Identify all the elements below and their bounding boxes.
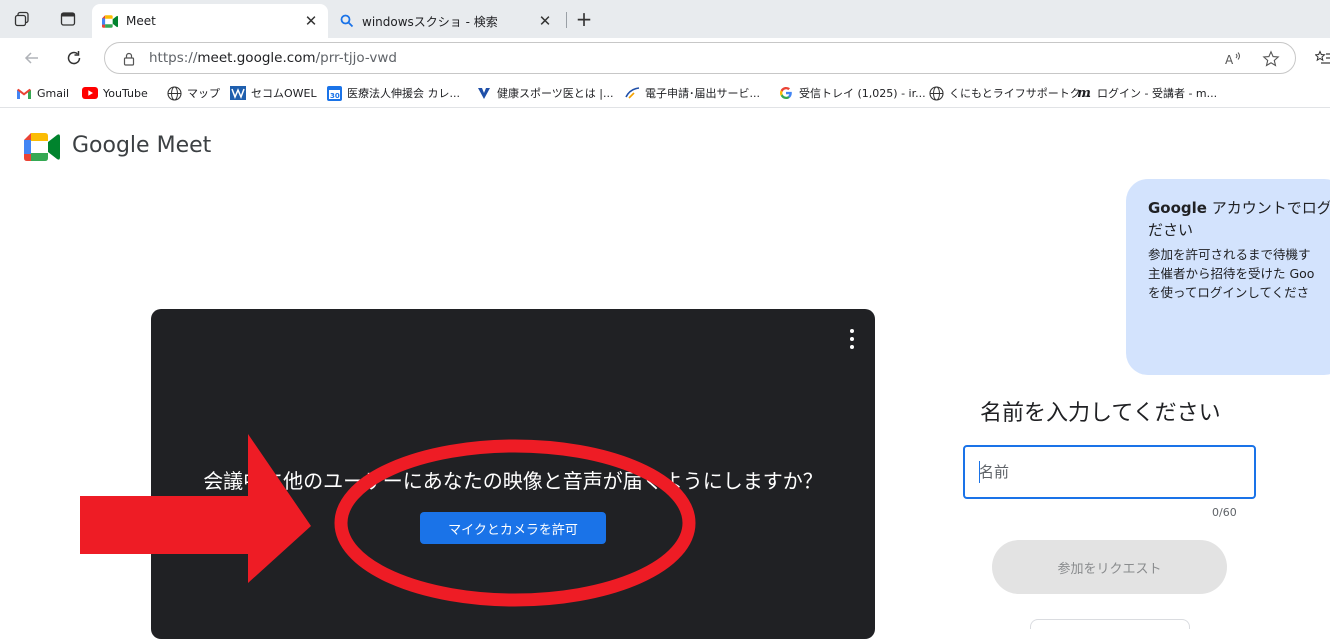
new-tab-button[interactable]: + (572, 8, 596, 32)
bookmark-label: YouTube (103, 86, 148, 100)
bookmark-label: マップ (187, 87, 220, 100)
brand-meet: Meet (156, 133, 212, 158)
name-heading: 名前を入力してください (980, 401, 1221, 426)
more-options-icon[interactable] (847, 329, 857, 349)
bookmark-item[interactable]: m ログイン - 受講者 - m... (1076, 83, 1217, 103)
login-info-card: Google アカウントでログ ださい 参加を許可されるまで待機す 主催者から招… (1126, 179, 1330, 375)
info-title-line2: ださい (1148, 221, 1194, 239)
tab-meet[interactable]: Meet ✕ (92, 4, 328, 38)
back-icon[interactable] (20, 46, 44, 70)
address-bar[interactable]: https://meet.google.com/prr-tjjo-vwd A (104, 42, 1296, 74)
permission-prompt: 会議中に他のユーザーにあなたの映像と音声が届くようにしますか？ (203, 469, 823, 493)
gov-icon (624, 85, 640, 101)
bookmark-label: 医療法人伸援会 カレ... (347, 87, 460, 100)
tab-strip: Meet ✕ windowsスクショ - 検索 ✕ + (0, 0, 1330, 38)
google-meet-logo (24, 133, 60, 161)
site-info-icon[interactable] (119, 49, 139, 69)
tab-search[interactable]: windowsスクショ - 検索 ✕ (332, 4, 562, 38)
m-icon: m (1077, 85, 1091, 101)
bookmark-item[interactable]: 受信トレイ (1,025) - ir... (778, 83, 926, 103)
info-body-line: 参加を許可されるまで待機す (1148, 247, 1311, 262)
read-aloud-icon[interactable]: A (1223, 49, 1243, 69)
secondary-button-partial[interactable] (1030, 619, 1190, 629)
brand-title: Google Meet (72, 133, 211, 158)
bookmarks-bar: Gmail YouTube マップ セコムOWEL 30 医療法人伸援会 カレ.… (0, 78, 1330, 108)
tab-separator (566, 12, 567, 28)
request-join-button[interactable]: 参加をリクエスト (992, 540, 1227, 594)
bookmark-item[interactable]: マップ (166, 83, 220, 103)
brand-google: Google (72, 133, 150, 158)
bookmark-label: ログイン - 受講者 - m... (1097, 87, 1218, 100)
refresh-icon[interactable] (62, 46, 86, 70)
info-title-google: Google (1148, 199, 1207, 217)
url-text: https://meet.google.com/prr-tjjo-vwd (149, 50, 397, 66)
svg-text:30: 30 (330, 92, 340, 100)
video-preview: 会議中に他のユーザーにあなたの映像と音声が届くようにしますか？ マイクとカメラを… (151, 309, 875, 639)
bookmark-label: Gmail (37, 86, 70, 100)
bookmark-item[interactable]: セコムOWEL (230, 83, 317, 103)
bookmark-item[interactable]: YouTube (82, 83, 148, 103)
tab-title: Meet (126, 14, 156, 28)
allow-mic-camera-button[interactable]: マイクとカメラを許可 (420, 512, 606, 544)
bookmark-label: セコムOWEL (251, 87, 317, 100)
workspaces-icon[interactable] (12, 9, 32, 29)
google-icon (778, 85, 794, 101)
close-tab-icon[interactable]: ✕ (536, 12, 554, 30)
name-field[interactable] (963, 445, 1256, 499)
google-meet-icon (102, 14, 118, 28)
bookmark-label: 受信トレイ (1,025) - ir... (799, 87, 926, 100)
bookmark-label: 健康スポーツ医とは |... (497, 87, 614, 100)
url-scheme: https:// (149, 50, 198, 66)
tab-title: windowsスクショ - 検索 (362, 14, 498, 29)
info-title-rest: アカウントでログ (1206, 199, 1330, 217)
bookmark-label: くにもとライフサポートク... (949, 87, 1092, 100)
bookmark-item[interactable]: Gmail (16, 83, 69, 103)
youtube-icon (82, 85, 98, 101)
url-path: /prr-tjjo-vwd (315, 50, 397, 66)
name-input[interactable] (979, 459, 1239, 485)
globe-icon (166, 85, 182, 101)
svg-text:A: A (1225, 53, 1234, 67)
favorite-star-icon[interactable] (1261, 49, 1281, 69)
calendar-icon: 30 (326, 85, 342, 101)
bookmark-item[interactable]: 30 医療法人伸援会 カレ... (326, 83, 460, 103)
info-body: 参加を許可されるまで待機す 主催者から招待を受けた Goo を使ってログインして… (1148, 245, 1330, 302)
meet-page: Google Meet 会議中に他のユーザーにあなたの映像と音声が届くようにしま… (0, 109, 1330, 639)
bookmark-item[interactable]: 電子申請･届出サービ... (624, 83, 760, 103)
gmail-icon (16, 85, 32, 101)
bookmark-item[interactable]: くにもとライフサポートク... (928, 83, 1091, 103)
globe-icon (928, 85, 944, 101)
browser-toolbar: https://meet.google.com/prr-tjjo-vwd A (0, 38, 1330, 78)
search-icon (340, 14, 354, 28)
info-body-line: を使ってログインしてくださ (1148, 285, 1310, 300)
favorites-list-icon[interactable] (1312, 46, 1330, 70)
url-host: meet.google.com (197, 50, 316, 66)
sports-icon (476, 85, 492, 101)
bookmark-label: 電子申請･届出サービ... (645, 87, 760, 100)
info-body-line: 主催者から招待を受けた Goo (1148, 266, 1315, 281)
close-tab-icon[interactable]: ✕ (302, 12, 320, 30)
bookmark-item[interactable]: 健康スポーツ医とは |... (476, 83, 613, 103)
tab-actions-icon[interactable] (58, 9, 78, 29)
char-counter: 0/60 (1212, 506, 1237, 519)
info-title: Google アカウントでログ (1148, 197, 1330, 219)
secom-icon (230, 85, 246, 101)
